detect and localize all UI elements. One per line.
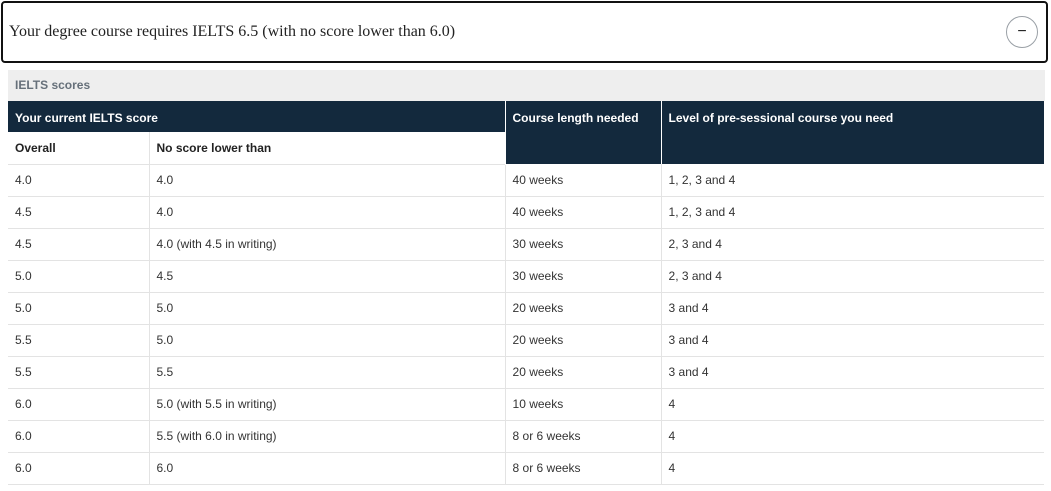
cell-course-length: 8 or 6 weeks [505, 452, 662, 485]
cell-overall: 5.5 [8, 356, 150, 389]
table-row: 5.0 5.0 20 weeks 3 and 4 [8, 292, 1045, 325]
cell-level: 3 and 4 [661, 324, 1045, 357]
cell-level: 4 [661, 452, 1045, 485]
cell-level: 2, 3 and 4 [661, 260, 1045, 293]
cell-course-length: 8 or 6 weeks [505, 420, 662, 453]
cell-overall: 6.0 [8, 420, 150, 453]
cell-level: 2, 3 and 4 [661, 228, 1045, 261]
collapse-button[interactable]: − [1006, 16, 1038, 48]
cell-min-score: 4.0 [149, 196, 506, 229]
cell-course-length: 40 weeks [505, 164, 662, 197]
table-row: 5.0 4.5 30 weeks 2, 3 and 4 [8, 260, 1045, 293]
cell-course-length: 10 weeks [505, 388, 662, 421]
cell-level: 3 and 4 [661, 356, 1045, 389]
cell-min-score: 4.0 [149, 164, 506, 197]
cell-level: 1, 2, 3 and 4 [661, 196, 1045, 229]
header-current-score: Your current IELTS score [8, 101, 506, 132]
cell-overall: 5.5 [8, 324, 150, 357]
cell-level: 1, 2, 3 and 4 [661, 164, 1045, 197]
minus-icon: − [1017, 23, 1027, 40]
cell-course-length: 30 weeks [505, 260, 662, 293]
header-overall: Overall [8, 132, 150, 165]
table-caption: IELTS scores [8, 70, 1045, 101]
cell-min-score: 5.5 (with 6.0 in writing) [149, 420, 506, 453]
cell-overall: 4.0 [8, 164, 150, 197]
cell-course-length: 20 weeks [505, 324, 662, 357]
cell-overall: 6.0 [8, 452, 150, 485]
cell-level: 4 [661, 388, 1045, 421]
cell-overall: 5.0 [8, 292, 150, 325]
header-no-score-lower: No score lower than [149, 132, 506, 165]
cell-min-score: 5.0 [149, 324, 506, 357]
cell-min-score: 5.0 (with 5.5 in writing) [149, 388, 506, 421]
table-row: 4.5 4.0 40 weeks 1, 2, 3 and 4 [8, 196, 1045, 229]
cell-min-score: 6.0 [149, 452, 506, 485]
table-row: 4.5 4.0 (with 4.5 in writing) 30 weeks 2… [8, 228, 1045, 261]
cell-overall: 4.5 [8, 196, 150, 229]
cell-min-score: 5.0 [149, 292, 506, 325]
table-row: 6.0 5.5 (with 6.0 in writing) 8 or 6 wee… [8, 420, 1045, 453]
accordion-panel: IELTS scores Your current IELTS score Co… [8, 70, 1045, 491]
cell-min-score: 5.5 [149, 356, 506, 389]
header-course-length: Course length needed [504, 101, 662, 164]
cell-min-score: 4.0 (with 4.5 in writing) [149, 228, 506, 261]
cell-level: 3 and 4 [661, 292, 1045, 325]
cell-min-score: 4.5 [149, 260, 506, 293]
table-row: 6.0 5.0 (with 5.5 in writing) 10 weeks 4 [8, 388, 1045, 421]
table-row: 5.5 5.5 20 weeks 3 and 4 [8, 356, 1045, 389]
table-row: 4.0 4.0 40 weeks 1, 2, 3 and 4 [8, 164, 1045, 197]
cell-course-length: 30 weeks [505, 228, 662, 261]
cell-course-length: 20 weeks [505, 292, 662, 325]
cell-course-length: 40 weeks [505, 196, 662, 229]
ielts-scores-table: Your current IELTS score Course length n… [8, 101, 1045, 485]
accordion-title: Your degree course requires IELTS 6.5 (w… [9, 23, 456, 40]
cell-overall: 4.5 [8, 228, 150, 261]
cell-level: 4 [661, 420, 1045, 453]
cell-course-length: 20 weeks [505, 356, 662, 389]
table-row: 6.0 6.0 8 or 6 weeks 4 [8, 452, 1045, 485]
accordion-header[interactable]: Your degree course requires IELTS 6.5 (w… [1, 1, 1048, 63]
header-level: Level of pre-sessional course you need [660, 101, 1045, 164]
cell-overall: 6.0 [8, 388, 150, 421]
table-row: 5.5 5.0 20 weeks 3 and 4 [8, 324, 1045, 357]
cell-overall: 5.0 [8, 260, 150, 293]
